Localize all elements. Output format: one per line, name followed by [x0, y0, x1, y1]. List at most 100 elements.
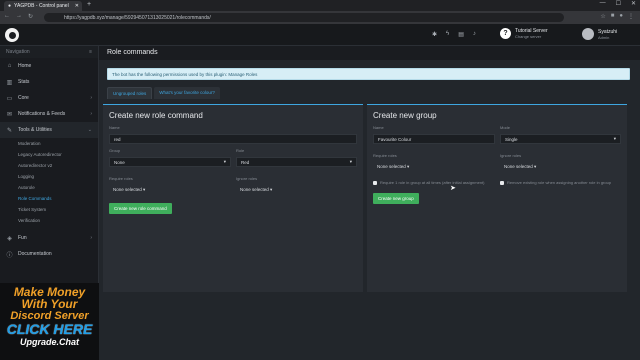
question-icon: ?: [500, 28, 511, 39]
ignore-roles-dropdown[interactable]: None selected ▾: [240, 187, 272, 193]
sidebar-item-notifications[interactable]: ✉ Notifications & Feeds ›: [0, 106, 98, 122]
sidebar-item-home[interactable]: ⌂ Home: [0, 58, 98, 74]
sidebar-subitem-ticket-system[interactable]: Ticket System: [0, 204, 98, 215]
group-select[interactable]: None ▾: [109, 157, 231, 167]
user-menu[interactable]: Syatzuhi Admin: [582, 28, 617, 40]
sidebar-item-documentation[interactable]: ⓘ Documentation: [0, 246, 98, 262]
sidebar-subitem-autoredirector[interactable]: Autoredirector v2: [0, 160, 98, 171]
server-change-link[interactable]: Change server: [515, 34, 548, 39]
sidebar-subitem-legacy-autoredirector[interactable]: Legacy Autoredirector: [0, 149, 98, 160]
tab-ungrouped-roles[interactable]: Ungrouped roles: [107, 87, 153, 99]
info-icon: ⓘ: [6, 252, 13, 259]
yagpdb-logo[interactable]: [5, 28, 19, 42]
lightning-icon[interactable]: ϟ: [446, 31, 449, 38]
mode-select-value: Single: [505, 136, 518, 142]
maximize-icon[interactable]: ☐: [616, 0, 621, 7]
sidebar-header-label: Navigation: [6, 49, 30, 55]
role-select[interactable]: Red ▾: [236, 157, 357, 167]
mode-select[interactable]: Single ▾: [500, 134, 621, 144]
core-icon: ▭: [6, 95, 13, 102]
gamepad-icon: ◈: [7, 235, 12, 242]
group-name-input[interactable]: Favourite Colour: [373, 134, 495, 144]
reload-icon[interactable]: ↻: [28, 13, 33, 20]
url-input[interactable]: https://yagpdb.xyz/manage/59294507131302…: [44, 13, 564, 22]
sidebar-item-label: Tools & Utilities: [18, 127, 52, 133]
remove-existing-role-label: Remove existing role when assigning anot…: [507, 180, 612, 185]
chevron-down-icon: ⌄: [87, 127, 92, 133]
caret-down-icon: ▾: [534, 164, 537, 169]
bulb-icon[interactable]: ✱: [432, 31, 437, 38]
sidebar-subitem-logging[interactable]: Logging: [0, 171, 98, 182]
group-ignore-roles-dropdown[interactable]: None selected ▾: [504, 164, 536, 170]
minimize-icon[interactable]: —: [600, 0, 606, 7]
extension-icon[interactable]: ■: [611, 13, 615, 20]
star-icon[interactable]: ☆: [600, 13, 605, 20]
tab-favorite-colour[interactable]: What's your favorite colour?: [154, 87, 220, 99]
server-selector[interactable]: ? Tutorial Server Change server: [500, 28, 548, 39]
create-group-heading: Create new group: [373, 111, 437, 120]
chat-icon[interactable]: ▤: [458, 31, 464, 38]
name-label: Name: [109, 125, 120, 130]
sidebar-subitem-verification[interactable]: Verification: [0, 215, 98, 226]
browser-tab-title: YAGPDB - Control panel: [14, 3, 69, 9]
profile-icon[interactable]: ●: [619, 13, 623, 20]
create-group-panel: Create new group Name Favourite Colour M…: [367, 104, 627, 292]
sidebar-item-core[interactable]: ▭ Core ›: [0, 90, 98, 106]
ignore-roles-label: Ignore roles: [236, 176, 258, 181]
bell-icon[interactable]: ♪: [473, 31, 476, 38]
browser-tabbar: ● YAGPDB - Control panel ✕ + — ☐ ✕: [0, 0, 640, 11]
ignore-roles-value: None selected: [240, 187, 269, 192]
create-group-button[interactable]: Create new group: [373, 193, 419, 204]
require-one-role-checkbox[interactable]: Require 1 role in group at all times (af…: [373, 180, 485, 185]
address-bar: ← → ↻ https://yagpdb.xyz/manage/59294507…: [0, 11, 640, 24]
remove-existing-role-checkbox[interactable]: Remove existing role when assigning anot…: [500, 180, 611, 185]
back-icon[interactable]: ←: [4, 13, 10, 20]
page-title: Role commands: [99, 46, 640, 60]
topbar-icons: ✱ ϟ ▤ ♪: [432, 31, 476, 38]
sidebar-item-tools[interactable]: ✎ Tools & Utilities ⌄: [0, 122, 98, 138]
caret-down-icon: ▾: [270, 187, 273, 192]
group-require-roles-dropdown[interactable]: None selected ▾: [377, 164, 409, 170]
promo-click-here[interactable]: CLICK HERE: [0, 322, 99, 337]
sidebar-subitem-role-commands[interactable]: Role Commands: [0, 193, 98, 204]
group-require-roles-label: Require roles: [373, 153, 397, 158]
create-role-command-button[interactable]: Create new role command: [109, 203, 172, 214]
require-roles-value: None selected: [113, 187, 142, 192]
chevron-down-icon: ▾: [223, 159, 226, 164]
role-label: Role: [236, 148, 245, 153]
sidebar-header: Navigation ≡: [0, 46, 98, 58]
bell-icon: ✉: [6, 111, 13, 118]
command-name-input[interactable]: red: [109, 134, 357, 144]
menu-icon[interactable]: ⋮: [628, 13, 634, 20]
close-window-icon[interactable]: ✕: [631, 0, 636, 7]
sidebar-subitem-autorole[interactable]: Autorole: [0, 182, 98, 193]
require-one-role-label: Require 1 role in group at all times (af…: [380, 180, 485, 185]
hamburger-icon[interactable]: ≡: [89, 49, 92, 55]
checkbox-box[interactable]: [500, 180, 504, 185]
require-roles-label: Require roles: [109, 176, 133, 181]
browser-tab[interactable]: ● YAGPDB - Control panel ✕: [4, 1, 82, 11]
create-role-command-heading: Create new role command: [109, 111, 203, 120]
nav-buttons: ← → ↻: [4, 13, 33, 20]
close-tab-icon[interactable]: ✕: [75, 3, 79, 9]
user-role: Admin: [598, 34, 610, 40]
sidebar-item-label: Notifications & Feeds: [18, 111, 66, 117]
new-tab-button[interactable]: +: [87, 1, 91, 8]
create-role-command-panel: Create new role command Name red Group N…: [103, 104, 363, 292]
role-select-value: Red: [241, 159, 250, 165]
browser-extensions: ☆ ■ ● ⋮: [600, 13, 634, 20]
group-tabs: Ungrouped roles What's your favorite col…: [107, 87, 220, 99]
group-select-value: None: [114, 159, 125, 165]
chevron-down-icon: ▾: [349, 159, 352, 164]
forward-icon[interactable]: →: [16, 13, 22, 20]
sidebar-subitem-moderation[interactable]: Moderation: [0, 138, 98, 149]
group-name-label: Name: [373, 125, 384, 130]
require-roles-dropdown[interactable]: None selected ▾: [113, 187, 145, 193]
promo-banner[interactable]: Make Money With Your Discord Server CLIC…: [0, 283, 99, 360]
sidebar-item-stats[interactable]: ▥ Stats: [0, 74, 98, 90]
checkbox-box[interactable]: [373, 180, 377, 185]
permissions-alert: The bot has the following permissions us…: [107, 68, 630, 80]
command-name-value: red: [114, 136, 121, 142]
sidebar-item-fun[interactable]: ◈ Fun ›: [0, 230, 98, 246]
chevron-right-icon: ›: [90, 95, 92, 101]
